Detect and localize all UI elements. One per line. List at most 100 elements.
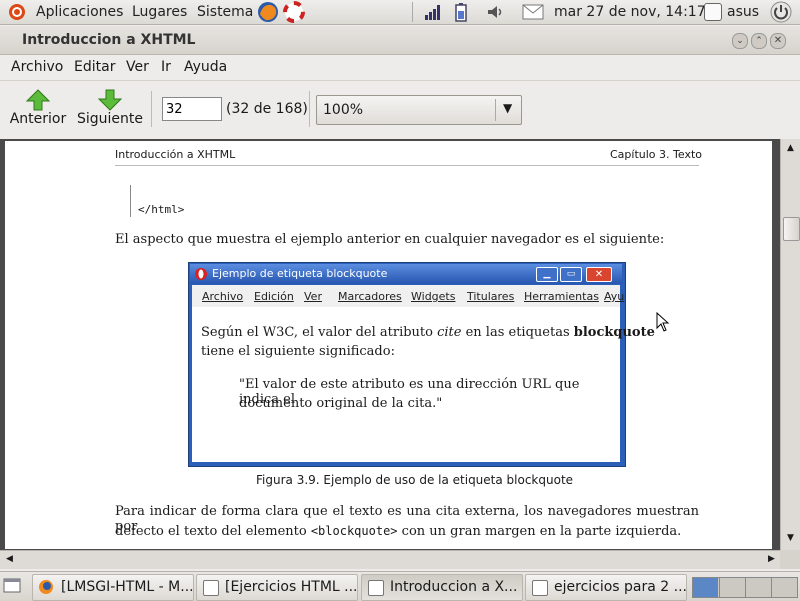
task-label: [Ejercicios HTML ...	[225, 579, 358, 595]
vertical-scroll-thumb[interactable]	[783, 217, 800, 241]
scroll-up-icon[interactable]: ▲	[783, 141, 798, 156]
figure-text-pre: Según el W3C, el valor del atributo	[201, 325, 438, 340]
menu-help[interactable]: Ayuda	[184, 59, 227, 75]
paragraph-2-code: <blockquote>	[310, 524, 398, 538]
figure-text-bold: blockquote	[573, 325, 655, 340]
top-panel: Aplicaciones Lugares Sistema mar 27 de n…	[0, 0, 800, 25]
figure-menu-item: Herramientas	[524, 290, 599, 303]
page-count: (32 de 168)	[226, 101, 308, 117]
figure-menu-item: Titulares	[467, 290, 515, 303]
window-title: Introduccion a XHTML	[22, 32, 196, 48]
figure-close-icon: ✕	[586, 267, 612, 282]
task-label: Introduccion a X...	[390, 579, 518, 595]
clock[interactable]: mar 27 de nov, 14:17	[554, 4, 706, 20]
document-task-icon	[532, 580, 548, 596]
page-header-right: Capítulo 3. Texto	[610, 148, 702, 161]
firefox-task-icon	[39, 580, 53, 594]
mail-icon[interactable]	[522, 4, 544, 20]
zoom-divider	[495, 99, 496, 121]
vertical-scrollbar[interactable]: ▲ ▼	[780, 139, 800, 550]
figure-caption: Figura 3.9. Ejemplo de uso de la etiquet…	[256, 473, 574, 487]
toolbar-separator-2	[309, 91, 310, 127]
menu-go[interactable]: Ir	[161, 59, 171, 75]
menu-file[interactable]: Archivo	[11, 59, 63, 75]
figure-text-line-1: Según el W3C, el valor del atributo cite…	[201, 325, 655, 340]
workspace-divider	[745, 578, 746, 597]
toolbar: Anterior Siguiente (32 de 168) 100% ▼	[0, 80, 800, 140]
system-menu[interactable]: Sistema	[197, 4, 253, 20]
applications-menu[interactable]: Aplicaciones	[36, 4, 123, 20]
network-icon[interactable]	[424, 3, 442, 21]
maximize-icon[interactable]: ⌃	[751, 33, 767, 49]
help-icon[interactable]	[283, 1, 305, 23]
workspace-divider	[771, 578, 772, 597]
task-label: [LMSGI-HTML - M...	[61, 579, 194, 595]
power-icon[interactable]	[770, 1, 792, 23]
battery-icon[interactable]	[454, 2, 468, 22]
workspace-switcher[interactable]	[692, 577, 798, 598]
figure-quote-line-2: documento original de la cita."	[239, 396, 443, 411]
figure-menu-item: Ayu	[604, 290, 625, 303]
figure-text-line-2: tiene el siguiente significado:	[201, 344, 395, 359]
close-icon[interactable]: ✕	[770, 33, 786, 49]
window-titlebar[interactable]: Introduccion a XHTML ⌄ ⌃ ✕	[0, 26, 800, 55]
workspace-divider	[719, 578, 720, 597]
user-name[interactable]: asus	[727, 4, 759, 20]
chevron-down-icon: ▼	[503, 101, 513, 115]
figure-window-titlebar: Ejemplo de etiqueta blockquote ▁ ▭ ✕	[190, 264, 622, 284]
scroll-right-icon[interactable]: ▶	[764, 552, 779, 567]
next-button[interactable]: Siguiente	[76, 87, 144, 127]
firefox-icon[interactable]	[257, 1, 279, 23]
document-task-icon	[368, 580, 384, 596]
figure-window-title: Ejemplo de etiqueta blockquote	[212, 267, 388, 280]
paragraph-2-text-post: con un gran margen en la parte izquierda…	[397, 524, 682, 539]
figure-window-content: Según el W3C, el valor del atributo cite…	[192, 307, 655, 462]
taskbar: [LMSGI-HTML - M... [Ejercicios HTML ... …	[0, 571, 800, 601]
previous-label: Anterior	[9, 111, 67, 127]
scroll-left-icon[interactable]: ◀	[2, 552, 17, 567]
ubuntu-logo-icon[interactable]	[8, 3, 26, 21]
scroll-corner	[780, 550, 800, 569]
menu-bar: Archivo Editar Ver Ir Ayuda	[0, 55, 800, 79]
places-menu[interactable]: Lugares	[132, 4, 187, 20]
figure-maximize-icon: ▭	[560, 267, 582, 282]
figure-minimize-icon: ▁	[536, 267, 558, 282]
user-checkbox[interactable]	[704, 3, 722, 21]
zoom-select[interactable]: 100% ▼	[316, 95, 522, 125]
zoom-value: 100%	[323, 102, 364, 118]
next-label: Siguiente	[76, 111, 143, 127]
paragraph-1: El aspecto que muestra el ejemplo anteri…	[115, 232, 665, 247]
task-label: ejercicios para 2 ...	[554, 579, 688, 595]
page-header-left: Introducción a XHTML	[115, 148, 236, 161]
figure-menu-item: Edición	[254, 290, 294, 303]
figure-text-mid: en las etiquetas	[461, 325, 574, 340]
menu-edit[interactable]: Editar	[74, 59, 115, 75]
task-button-introduccion[interactable]: Introduccion a X...	[361, 574, 523, 601]
horizontal-scrollbar[interactable]: ◀ ▶	[0, 550, 780, 569]
figure-menu-item: Ver	[304, 290, 322, 303]
paragraph-2-text-pre: defecto el texto del elemento	[115, 524, 311, 539]
menu-view[interactable]: Ver	[126, 59, 149, 75]
workspace-1[interactable]	[693, 578, 718, 597]
toolbar-separator	[151, 91, 152, 127]
page-number-input[interactable]	[162, 97, 222, 121]
header-rule	[115, 165, 699, 166]
code-block-border	[130, 185, 131, 217]
previous-button[interactable]: Anterior	[8, 87, 68, 127]
figure-menu-bar: Archivo Edición Ver Marcadores Widgets T…	[192, 285, 624, 308]
task-button-ejercicios-html[interactable]: [Ejercicios HTML ...	[196, 574, 358, 601]
volume-icon[interactable]	[486, 3, 506, 21]
paragraph-2-line-2: defecto el texto del elemento <blockquot…	[115, 524, 681, 539]
task-button-ejercicios-2[interactable]: ejercicios para 2 ...	[525, 574, 687, 601]
scroll-down-icon[interactable]: ▼	[783, 531, 798, 546]
arrow-down-icon	[98, 89, 122, 111]
mouse-cursor-icon	[656, 312, 670, 332]
task-button-lmsgi[interactable]: [LMSGI-HTML - M...	[32, 574, 194, 601]
panel-separator	[412, 2, 413, 22]
figure-text-cite: cite	[437, 325, 462, 340]
minimize-icon[interactable]: ⌄	[732, 33, 748, 49]
show-desktop-icon[interactable]	[3, 577, 21, 595]
arrow-up-icon	[26, 89, 50, 111]
document-task-icon	[203, 580, 219, 596]
figure-menu-item: Archivo	[202, 290, 244, 303]
